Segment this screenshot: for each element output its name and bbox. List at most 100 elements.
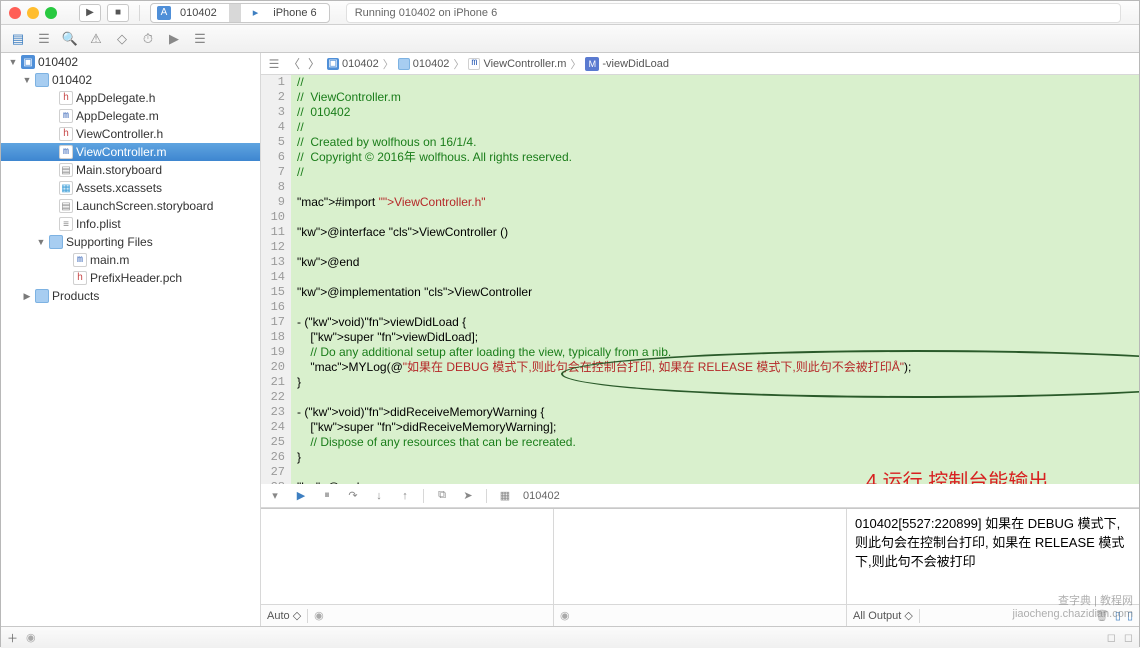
file-node[interactable]: hViewController.h [1,125,260,143]
group-node[interactable]: ▼ 010402 [1,71,260,89]
location-icon[interactable]: ➤ [460,489,476,502]
gutter-linenum[interactable]: 25 [261,435,291,450]
gutter-linenum[interactable]: 28 [261,480,291,484]
hide-debug-icon[interactable]: ▾ [267,489,283,502]
code-line[interactable]: 20 "mac">MYLog(@"如果在 DEBUG 模式下,则此句会在控制台打… [261,360,1139,375]
gutter-linenum[interactable]: 12 [261,240,291,255]
code-line[interactable]: 4// [261,120,1139,135]
code-line[interactable]: 8 [261,180,1139,195]
code-line[interactable]: 13"kw">@end [261,255,1139,270]
project-navigator-icon[interactable]: ▤ [7,29,29,49]
gutter-linenum[interactable]: 1 [261,75,291,90]
gutter-linenum[interactable]: 15 [261,285,291,300]
code-line[interactable]: 24 ["kw">super "fn">didReceiveMemoryWarn… [261,420,1139,435]
code-line[interactable]: 3// 010402 [261,105,1139,120]
gutter-linenum[interactable]: 2 [261,90,291,105]
gutter-linenum[interactable]: 4 [261,120,291,135]
code-line[interactable]: 17- ("kw">void)"fn">viewDidLoad { [261,315,1139,330]
scm-filter-icon[interactable]: ◻ [1124,631,1133,644]
code-line[interactable]: 25 // Dispose of any resources that can … [261,435,1139,450]
close-window-button[interactable] [9,7,21,19]
gutter-linenum[interactable]: 14 [261,270,291,285]
gutter-linenum[interactable]: 27 [261,465,291,480]
source-editor[interactable]: 1//2// ViewController.m3// 0104024//5// … [261,75,1139,484]
file-node[interactable]: ▤LaunchScreen.storyboard [1,197,260,215]
code-line[interactable]: 23- ("kw">void)"fn">didReceiveMemoryWarn… [261,405,1139,420]
supporting-files-node[interactable]: ▼ Supporting Files [1,233,260,251]
gutter-linenum[interactable]: 17 [261,315,291,330]
breakpoint-navigator-icon[interactable]: ▶ [163,29,185,49]
jump-file[interactable]: mViewController.m [466,58,568,70]
file-node[interactable]: mViewController.m [1,143,260,161]
recent-filter-icon[interactable]: ◻ [1107,631,1116,644]
code-line[interactable]: 10 [261,210,1139,225]
scheme-selector[interactable]: A010402 ▸iPhone 6 [150,3,330,23]
jump-project[interactable]: ▣010402 [325,58,381,70]
file-node[interactable]: ▦Assets.xcassets [1,179,260,197]
zoom-window-button[interactable] [45,7,57,19]
report-navigator-icon[interactable]: ☰ [189,29,211,49]
gutter-linenum[interactable]: 6 [261,150,291,165]
minimize-window-button[interactable] [27,7,39,19]
gutter-linenum[interactable]: 16 [261,300,291,315]
issue-navigator-icon[interactable]: ⚠ [85,29,107,49]
test-navigator-icon[interactable]: ◇ [111,29,133,49]
jump-method[interactable]: M-viewDidLoad [583,57,671,71]
gutter-linenum[interactable]: 20 [261,360,291,375]
find-navigator-icon[interactable]: 🔍 [59,29,81,49]
project-navigator[interactable]: ▼ ▣ 010402 ▼ 010402 hAppDelegate.hmAppDe… [1,53,261,626]
filter-icon[interactable]: ◉ [26,631,36,644]
run-button[interactable]: ▶ [79,4,101,22]
stop-button[interactable]: ■ [107,4,129,22]
file-node[interactable]: hAppDelegate.h [1,89,260,107]
products-node[interactable]: ▶ Products [1,287,260,305]
gutter-linenum[interactable]: 5 [261,135,291,150]
code-line[interactable]: 21} [261,375,1139,390]
gutter-linenum[interactable]: 8 [261,180,291,195]
gutter-linenum[interactable]: 9 [261,195,291,210]
code-line[interactable]: 26} [261,450,1139,465]
jump-bar[interactable]: ☰ 〈 〉 ▣010402 〉 010402 〉 mViewController… [261,53,1139,75]
code-line[interactable]: 22 [261,390,1139,405]
code-line[interactable]: 12 [261,240,1139,255]
related-items-icon[interactable]: ☰ [265,55,283,73]
code-line[interactable]: 2// ViewController.m [261,90,1139,105]
step-out-icon[interactable]: ↑ [397,490,413,502]
code-line[interactable]: 18 ["kw">super "fn">viewDidLoad]; [261,330,1139,345]
view-hierarchy-icon[interactable]: ⧉ [434,489,450,502]
code-line[interactable]: 19 // Do any additional setup after load… [261,345,1139,360]
gutter-linenum[interactable]: 19 [261,345,291,360]
code-line[interactable]: 11"kw">@interface "cls">ViewController (… [261,225,1139,240]
code-line[interactable]: 16 [261,300,1139,315]
code-line[interactable]: 6// Copyright © 2016年 wolfhous. All righ… [261,150,1139,165]
gutter-linenum[interactable]: 11 [261,225,291,240]
process-icon[interactable]: ▦ [497,489,513,502]
variables-view[interactable] [261,509,553,604]
gutter-linenum[interactable]: 10 [261,210,291,225]
console-output[interactable]: 010402[5527:220899] 如果在 DEBUG 模式下,则此句会在控… [847,509,1139,604]
code-line[interactable]: 5// Created by wolfhous on 16/1/4. [261,135,1139,150]
gutter-linenum[interactable]: 21 [261,375,291,390]
project-node[interactable]: ▼ ▣ 010402 [1,53,260,71]
step-over-icon[interactable]: ↷ [345,489,361,502]
variables-filter-icon[interactable]: ◉ [314,609,324,622]
jump-group[interactable]: 010402 [396,58,452,70]
file-node[interactable]: ▤Main.storyboard [1,161,260,179]
code-line[interactable]: 15"kw">@implementation "cls">ViewControl… [261,285,1139,300]
pause-icon[interactable]: ⏸ [319,489,335,502]
code-line[interactable]: 1// [261,75,1139,90]
breakpoints-toggle-icon[interactable]: ▶ [293,489,309,502]
file-node[interactable]: hPrefixHeader.pch [1,269,260,287]
auto-scope-selector[interactable]: Auto ◇ [267,609,301,622]
gutter-linenum[interactable]: 13 [261,255,291,270]
output-filter-selector[interactable]: All Output ◇ [853,609,913,622]
debug-navigator-icon[interactable]: ⏱ [137,29,159,49]
gutter-linenum[interactable]: 18 [261,330,291,345]
file-node[interactable]: mmain.m [1,251,260,269]
gutter-linenum[interactable]: 3 [261,105,291,120]
file-node[interactable]: ≡Info.plist [1,215,260,233]
filter-icon[interactable]: ◉ [560,609,570,622]
debug-middle-view[interactable] [554,509,846,604]
code-line[interactable]: 14 [261,270,1139,285]
gutter-linenum[interactable]: 23 [261,405,291,420]
